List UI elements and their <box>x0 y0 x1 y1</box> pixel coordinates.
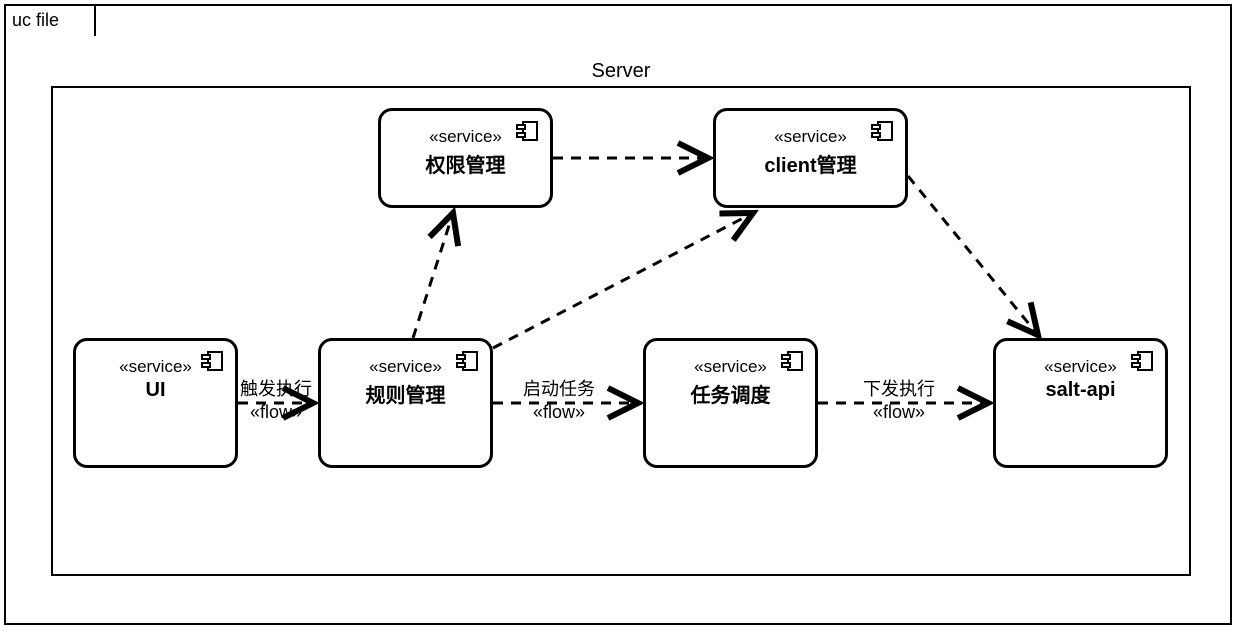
label-rule-task-stereo: «flow» <box>533 402 585 422</box>
label-task-salt-text: 下发执行 <box>863 379 935 399</box>
component-icon <box>516 119 540 143</box>
component-client-name: client管理 <box>716 149 905 178</box>
component-icon <box>456 349 480 373</box>
component-ui-name: UI <box>76 379 235 402</box>
component-rule-name: 规则管理 <box>321 379 490 408</box>
component-perm-name: 权限管理 <box>381 149 550 178</box>
component-saltapi-name: salt-api <box>996 379 1165 402</box>
label-rule-task-text: 启动任务 <box>523 379 595 399</box>
component-icon <box>871 119 895 143</box>
label-task-salt: 下发执行 «flow» <box>863 378 935 423</box>
label-task-salt-stereo: «flow» <box>873 402 925 422</box>
diagram-outer-frame: uc file Server «service» UI «service» 规则… <box>4 4 1232 625</box>
component-icon <box>1131 349 1155 373</box>
component-icon <box>201 349 225 373</box>
component-task-name: 任务调度 <box>646 379 815 408</box>
component-saltapi: «service» salt-api <box>993 338 1168 468</box>
label-ui-rule-stereo: «flow» <box>250 402 302 422</box>
label-rule-task: 启动任务 «flow» <box>523 378 595 423</box>
diagram-tab: uc file <box>4 4 96 36</box>
connector-layer <box>53 88 1189 574</box>
diagram-tab-label: uc file <box>12 10 59 30</box>
connector-client-salt <box>908 176 1038 335</box>
server-container-title: Server <box>53 60 1189 83</box>
component-task: «service» 任务调度 <box>643 338 818 468</box>
connector-rule-perm <box>413 213 453 338</box>
component-icon <box>781 349 805 373</box>
component-rule: «service» 规则管理 <box>318 338 493 468</box>
label-ui-rule-text: 触发执行 <box>240 379 312 399</box>
connector-rule-client <box>493 213 753 348</box>
server-container: Server «service» UI «service» 规则管理 «serv… <box>51 86 1191 576</box>
component-client: «service» client管理 <box>713 108 908 208</box>
component-perm: «service» 权限管理 <box>378 108 553 208</box>
component-ui: «service» UI <box>73 338 238 468</box>
label-ui-rule: 触发执行 «flow» <box>240 378 312 423</box>
